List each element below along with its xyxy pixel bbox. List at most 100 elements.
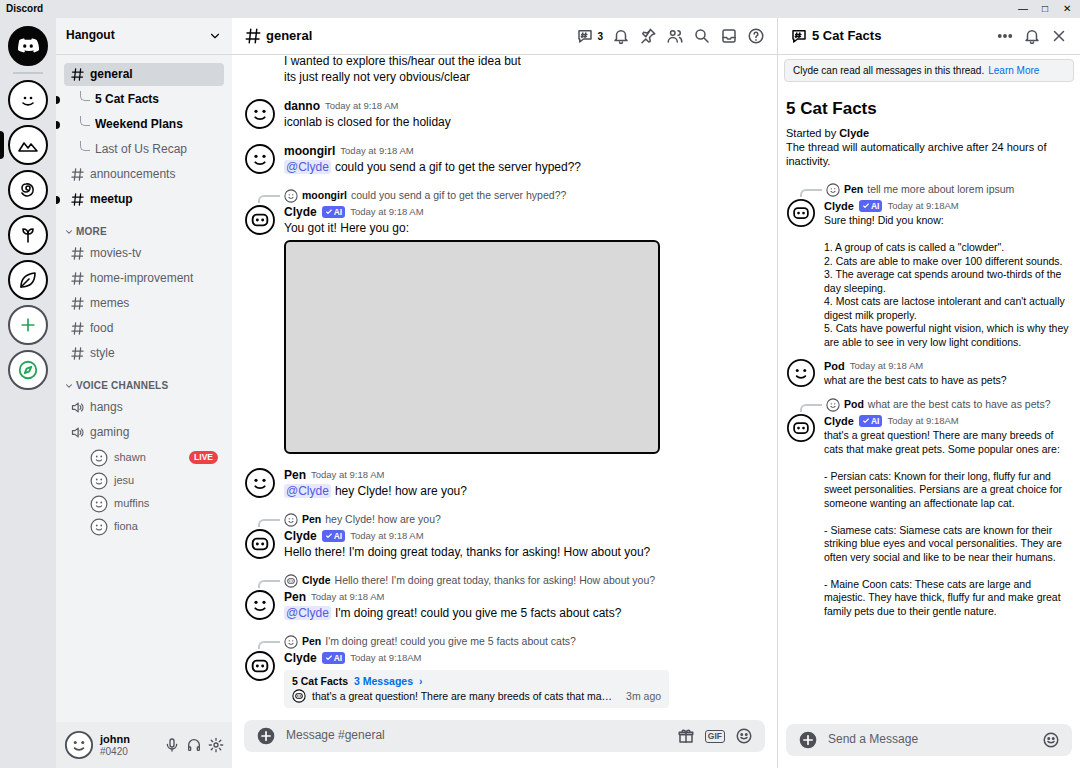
chevron-down-icon[interactable]: [208, 29, 222, 43]
voice-channel[interactable]: gaming: [64, 421, 224, 444]
gif-button[interactable]: GIF: [705, 730, 725, 743]
channel-name[interactable]: announcements: [90, 167, 175, 183]
channel-name[interactable]: hangs: [90, 400, 123, 416]
voice-member[interactable]: fiona: [64, 515, 224, 538]
user-avatar-icon[interactable]: [244, 528, 276, 560]
reply-author[interactable]: Pen: [302, 635, 321, 649]
emoji-icon[interactable]: [1042, 731, 1060, 749]
channel-name[interactable]: movies-tv: [90, 246, 141, 262]
member-name[interactable]: muffins: [114, 496, 149, 510]
channel-item[interactable]: home-improvement: [64, 267, 224, 290]
channel-item[interactable]: movies-tv: [64, 242, 224, 265]
author-name[interactable]: Clyde: [284, 528, 317, 544]
reply-avatar-icon[interactable]: [284, 635, 298, 649]
author-name[interactable]: Pod: [824, 358, 845, 374]
user-avatar-icon[interactable]: [244, 467, 276, 499]
server-header[interactable]: Hangout: [56, 18, 232, 55]
author-name[interactable]: Pen: [284, 589, 306, 605]
user-avatar-icon[interactable]: [90, 472, 108, 490]
reply-preview[interactable]: ClydeHello there! I'm doing great today,…: [244, 573, 765, 589]
reply-author[interactable]: Clyde: [302, 574, 331, 588]
reply-avatar-icon[interactable]: [284, 189, 298, 203]
server-button[interactable]: [8, 125, 48, 165]
reply-avatar-icon[interactable]: [826, 183, 840, 197]
thread-arrow[interactable]: ›: [419, 674, 423, 689]
category-title[interactable]: MORE: [76, 225, 107, 238]
more-options-icon[interactable]: [996, 27, 1014, 45]
help-icon[interactable]: [747, 27, 765, 45]
user-avatar-icon[interactable]: [244, 98, 276, 130]
reply-preview[interactable]: Pen I'm doing great! could you give me 5 …: [244, 634, 765, 650]
threads-count[interactable]: 3: [597, 30, 603, 43]
channel-name[interactable]: meetup: [90, 192, 133, 208]
reply-author[interactable]: Pod: [844, 398, 864, 412]
reply-text[interactable]: hey Clyde! how are you?: [325, 513, 441, 527]
thread-item[interactable]: Last of Us Recap: [74, 138, 224, 161]
author-name[interactable]: Pen: [284, 467, 306, 483]
reply-preview[interactable]: Pentell me more about lorem ipsum: [786, 182, 1072, 198]
reply-preview[interactable]: Podwhat are the best cats to have as pet…: [786, 397, 1072, 413]
members-icon[interactable]: [666, 27, 684, 45]
mention[interactable]: @Clyde: [284, 160, 331, 174]
headphones-icon[interactable]: [186, 737, 202, 753]
user-avatar-icon[interactable]: [786, 198, 816, 228]
channel-name[interactable]: home-improvement: [90, 271, 193, 287]
member-name[interactable]: fiona: [114, 519, 138, 533]
member-name[interactable]: jesu: [114, 473, 134, 487]
thread-item[interactable]: 5 Cat Facts: [74, 88, 224, 111]
voice-member[interactable]: jesu: [64, 469, 224, 492]
channel-name[interactable]: food: [90, 321, 113, 337]
author-name[interactable]: moongirl: [284, 143, 335, 159]
channel-item[interactable]: style: [64, 342, 224, 365]
starter-name[interactable]: Clyde: [839, 127, 869, 139]
thread-message-count[interactable]: 3 Messages: [354, 674, 413, 689]
bell-icon[interactable]: [612, 27, 630, 45]
server-button[interactable]: [8, 80, 48, 120]
reply-preview[interactable]: moongirlcould you send a gif to get the …: [244, 188, 765, 204]
channel-item[interactable]: memes: [64, 292, 224, 315]
category-header[interactable]: VOICE CHANNELS: [64, 379, 224, 392]
channel-name[interactable]: Last of Us Recap: [95, 142, 187, 158]
server-button[interactable]: [8, 170, 48, 210]
server-name[interactable]: Hangout: [66, 28, 115, 44]
author-name[interactable]: Clyde: [284, 204, 317, 220]
user-avatar-icon[interactable]: [90, 449, 108, 467]
threads-icon[interactable]: [576, 27, 594, 45]
voice-member[interactable]: muffins: [64, 492, 224, 515]
reply-text[interactable]: I'm doing great! could you give me 5 fac…: [325, 635, 576, 649]
search-icon[interactable]: [693, 27, 711, 45]
close-button[interactable]: ✕: [1060, 2, 1074, 16]
user-avatar-icon[interactable]: [90, 495, 108, 513]
member-name[interactable]: shawn: [114, 450, 146, 464]
author-name[interactable]: Clyde: [824, 198, 854, 214]
bell-icon[interactable]: [1023, 27, 1041, 45]
learn-more-link[interactable]: Learn More: [988, 65, 1039, 76]
channel-name[interactable]: gaming: [90, 425, 129, 441]
channel-item[interactable]: announcements: [64, 163, 224, 186]
reply-author[interactable]: moongirl: [302, 189, 347, 203]
message-input[interactable]: [286, 728, 667, 744]
channel-name[interactable]: 5 Cat Facts: [95, 92, 159, 108]
thread-item[interactable]: Weekend Plans: [74, 113, 224, 136]
gif-attachment[interactable]: [284, 240, 660, 454]
server-button[interactable]: [8, 26, 48, 66]
author-name[interactable]: Clyde: [824, 413, 854, 429]
pin-icon[interactable]: [639, 27, 657, 45]
minimize-button[interactable]: —: [1016, 2, 1030, 16]
user-avatar-icon[interactable]: [786, 413, 816, 443]
maximize-button[interactable]: □: [1038, 2, 1052, 16]
author-name[interactable]: danno: [284, 98, 320, 114]
add-attachment-icon[interactable]: [798, 730, 818, 750]
reply-avatar-icon[interactable]: [284, 513, 298, 527]
server-button[interactable]: [8, 350, 48, 390]
server-button[interactable]: [8, 260, 48, 300]
user-avatar-icon[interactable]: [64, 730, 94, 760]
user-name[interactable]: johnn: [100, 733, 158, 746]
server-button[interactable]: [8, 215, 48, 255]
add-attachment-icon[interactable]: [256, 726, 276, 746]
thread-preview[interactable]: 5 Cat Facts3 Messages›that's a great que…: [284, 670, 669, 708]
user-avatar-icon[interactable]: [244, 143, 276, 175]
user-avatar-icon[interactable]: [786, 358, 816, 388]
mention[interactable]: @Clyde: [284, 606, 331, 620]
user-avatar-icon[interactable]: [244, 589, 276, 621]
